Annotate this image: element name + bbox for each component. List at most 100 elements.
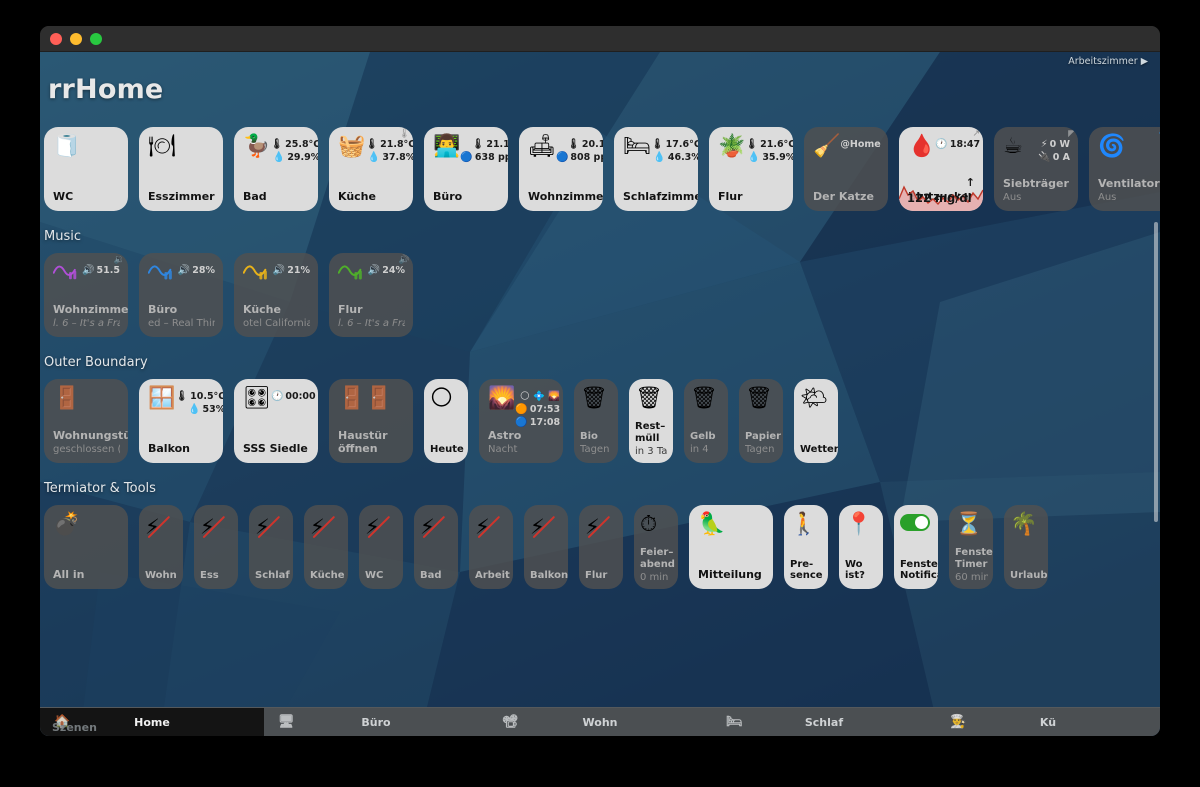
tab-buero[interactable]: 🖥 Büro	[264, 708, 488, 736]
tile-label: Büro	[433, 189, 463, 203]
stat-value-1: 17:08	[529, 417, 561, 428]
vertical-scrollbar[interactable]	[1154, 222, 1158, 522]
siebtraeger-icon: ☕	[1003, 134, 1023, 159]
tile-label: Siebträger	[1003, 176, 1069, 190]
tile-subtitle: geschlossen (1	[53, 444, 120, 455]
wc-icon: 🧻	[53, 134, 81, 159]
tile-blutzucker[interactable]: ↗ 🩸 🕐 18:47 ↑ Blutzucker 122 mg/dl	[899, 127, 983, 211]
section-title-outer-boundary: Outer Boundary	[44, 355, 148, 370]
tab-buero-icon: 🖥	[278, 714, 295, 730]
section-music: Music 🔉🔊51.5Wohnzimmerl. 6 – It's a Fragi…	[40, 229, 1160, 337]
siebtraeger-badge-icon: ◤	[1068, 129, 1075, 139]
tile-header: 🗑	[580, 388, 613, 428]
tile-bad-t[interactable]: ⚡ Bad	[414, 505, 458, 589]
tile-heute[interactable]: 🌕 Heute	[424, 379, 468, 463]
dashboard-scroll-area[interactable]: rrHome 🧻 WC 🍽 Esszimmer 🦆 🌡 25.8°C 💧 29.9% Bad 🌡 🧺 🌡…	[40, 52, 1160, 736]
tile-bio[interactable]: 🗑 Bio Tagen	[574, 379, 618, 463]
tile-kueche[interactable]: 🌡 🧺 🌡 21.8°C 💧 37.8% Küche	[329, 127, 413, 211]
tile-header: 🔊 28%	[148, 262, 215, 302]
tile-header: 🧺 🌡 21.8°C 💧 37.8%	[338, 136, 413, 176]
tile-label: Wohnungstür	[53, 428, 128, 442]
tile-schlafzimmer[interactable]: 🛏🌡17.6°C 💧46.3% Schlafzimmer	[614, 127, 698, 211]
tile-siebtraeger[interactable]: ◤ ☕ ⚡ 0 W 🔌 0 A Siebträger Aus	[994, 127, 1078, 211]
tile-bad[interactable]: 🦆 🌡 25.8°C 💧 29.9% Bad	[234, 127, 318, 211]
stat-glyph-0: ⚡	[1040, 139, 1048, 150]
tile-schlaf[interactable]: ⚡ Schlaf	[249, 505, 293, 589]
tile-music-buero[interactable]: 🔊28% Büro ed – Real Things	[139, 253, 223, 337]
tile-haustuer-oeffnen[interactable]: 🚪🚪 Haustür öffnen	[329, 379, 413, 463]
tile-papier[interactable]: 🗑 Papier Tagen	[739, 379, 783, 463]
tile-wohnzimmer[interactable]: 🛋🌡20.1°C🔵808 ppmWohnzimmer	[519, 127, 603, 211]
tile-row-rooms: 🧻 WC 🍽 Esszimmer 🦆 🌡 25.8°C 💧 29.9% Bad 🌡 🧺 🌡 21.8°C 💧…	[40, 127, 1160, 211]
tab-wohn[interactable]: 📽 Wohn	[488, 708, 712, 736]
tile-music-wohnzimmer[interactable]: 🔉🔊51.5Wohnzimmerl. 6 – It's a Fragil	[44, 253, 128, 337]
tile-arbeit[interactable]: ⚡ Arbeit	[469, 505, 513, 589]
stat-value-0: 51.5	[96, 265, 120, 276]
stat-value-1: 37.8%	[382, 152, 413, 163]
tile-balkon[interactable]: 🪟🌡10.5°C 💧53% Balkon	[139, 379, 223, 463]
tile-feierabend[interactable]: ⏱ Feier–abend 0 min	[634, 505, 678, 589]
tile-fenster-timer[interactable]: ⏳ Fenster Timer60 min	[949, 505, 993, 589]
tile-stats: 🌡21.1°C 🔵638 ppm	[460, 136, 508, 163]
stat-glyph-1: 🔵	[555, 152, 569, 163]
tab-kue[interactable]: 👨‍🍳 Kü	[936, 708, 1160, 736]
tile-kueche-t[interactable]: ⚡ Küche	[304, 505, 348, 589]
tile-stat-0: 🕐 18:47	[935, 139, 980, 150]
tile-sss-siedle[interactable]: 🎛 🕐 00:00 SSS Siedle	[234, 379, 318, 463]
gelb-icon: 🗑	[690, 386, 718, 411]
stat-value-1: 808 ppm	[570, 152, 603, 163]
tile-wc[interactable]: 🧻 WC	[44, 127, 128, 211]
tile-all-in[interactable]: 💣 All in	[44, 505, 128, 589]
tile-wohnungstuer[interactable]: 🚪 Wohnungstür geschlossen (1	[44, 379, 128, 463]
tile-stats: 🌡 21.8°C 💧 37.8%	[365, 136, 413, 163]
tile-balkon-t[interactable]: ⚡ Balkon	[524, 505, 568, 589]
section-title-music: Music	[44, 229, 81, 244]
tile-presence[interactable]: 🚶 Pre-sence	[784, 505, 828, 589]
minimize-button[interactable]	[70, 32, 82, 45]
tile-astro[interactable]: 🌄 🌕 💠 🌄 🟠 07:53 🔵 17:08 Astro Nacht	[479, 379, 563, 463]
tile-ventilator[interactable]: 🔷 🌀 Ventilator Aus	[1089, 127, 1160, 211]
tile-restmuell[interactable]: 🗑 Rest–müll in 3 Ta	[629, 379, 673, 463]
tab-schlaf[interactable]: 🛏 Schlaf	[712, 708, 936, 736]
tile-header: 🍽	[148, 136, 215, 176]
papier-icon: 🗑	[745, 386, 773, 411]
tile-mitteilung[interactable]: 🦜 Mitteilung	[689, 505, 773, 589]
tile-wc-t[interactable]: ⚡ WC	[359, 505, 403, 589]
toggle-switch-icon[interactable]	[900, 514, 930, 531]
tile-esszimmer[interactable]: 🍽 Esszimmer	[139, 127, 223, 211]
section-outer-boundary: Outer Boundary 🚪 Wohnungstür geschlossen (1…	[40, 355, 1160, 463]
tile-urlaub[interactable]: 🌴 Urlaub	[1004, 505, 1048, 589]
tile-ess[interactable]: ⚡ Ess	[194, 505, 238, 589]
tile-der-katze[interactable]: 🧹 @Home Der Katze	[804, 127, 888, 211]
tile-header: 📍	[845, 514, 878, 554]
tile-header: ⚡	[365, 514, 398, 554]
tile-music-kueche[interactable]: 🔊21% Küche otel California – H	[234, 253, 318, 337]
tile-flur[interactable]: 🪴 🌡 21.6°C 💧 35.9% Flur	[709, 127, 793, 211]
tile-stat-0: 🌡 25.8°C	[270, 139, 318, 150]
tile-flur-t[interactable]: ⚡ Flur	[579, 505, 623, 589]
stat-value-0: 20.1°C	[581, 139, 603, 150]
bio-icon: 🗑	[580, 386, 608, 411]
tile-stat-0: 🕐 00:00	[271, 391, 316, 402]
tile-wohn[interactable]: ⚡ Wohn	[139, 505, 183, 589]
tile-stats: 🌡10.5°C 💧53%	[175, 388, 223, 415]
stat-glyph-0: 🔊	[82, 265, 95, 276]
stat-value-1: 0 A	[1052, 152, 1070, 163]
stat-glyph-0: 🌡	[745, 139, 759, 150]
tile-wetter[interactable]: 🌤 Wetter	[794, 379, 838, 463]
tile-stats: @Home	[840, 136, 880, 150]
tile-label: Feier–abend	[640, 547, 675, 570]
tile-label: Gelb	[690, 430, 716, 442]
tab-buero-label: Büro	[361, 715, 391, 729]
tile-music-flur[interactable]: 🔊🔊24%Flurl. 6 – It's a Fragil	[329, 253, 413, 337]
tile-stats: 🌕 💠 🌄 🟠 07:53 🔵 17:08	[515, 388, 560, 428]
tile-gelb[interactable]: 🗑 Gelb in 4	[684, 379, 728, 463]
room-selector-chip[interactable]: Arbeitszimmer ▶	[1068, 56, 1148, 67]
maximize-button[interactable]	[90, 32, 102, 45]
tile-wo-ist[interactable]: 📍 Wo ist?	[839, 505, 883, 589]
close-button[interactable]	[50, 32, 62, 45]
tile-header: 🛏 🌡 17.6°C 💧 46.3%	[623, 136, 698, 176]
wohnzimmer-icon: 🛋	[528, 134, 556, 159]
tile-fenster-notification[interactable]: Fenster Notifica	[894, 505, 938, 589]
tile-buero[interactable]: 👨‍💻🌡21.1°C🔵638 ppmBüro	[424, 127, 508, 211]
